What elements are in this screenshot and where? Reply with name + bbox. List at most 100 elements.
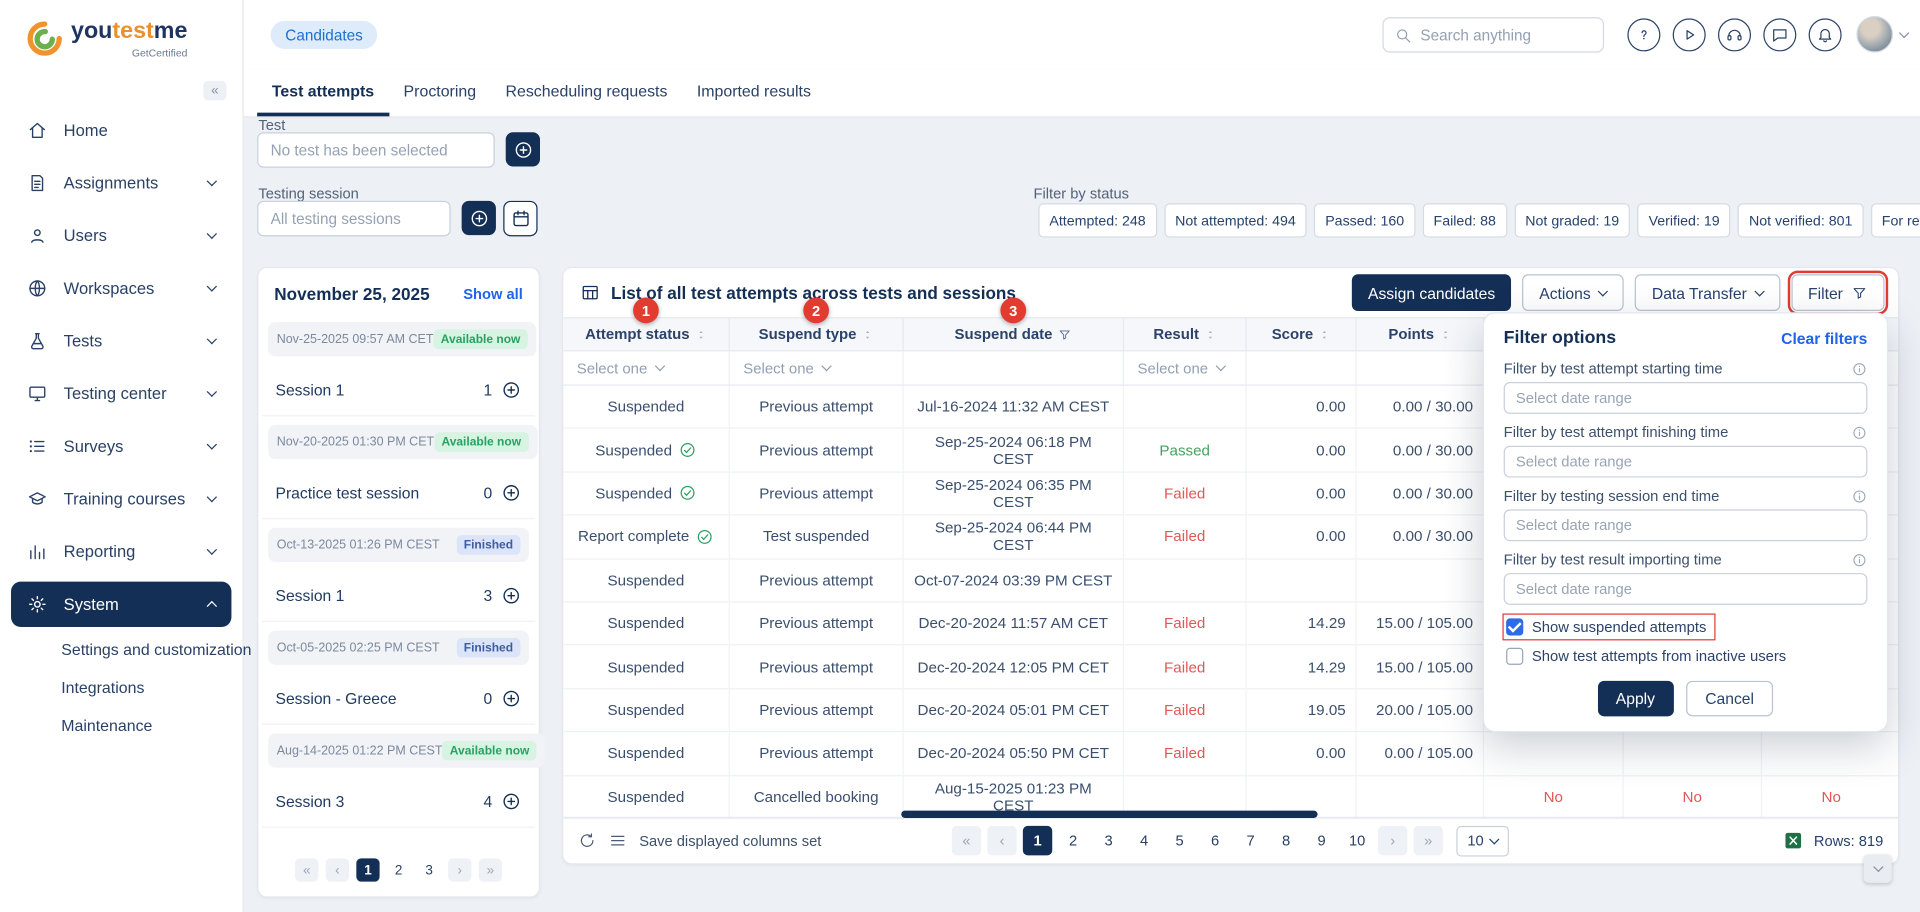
session-date-row[interactable]: Nov-20-2025 01:30 PM CETAvailable now (268, 425, 537, 459)
refresh-icon[interactable] (578, 831, 596, 849)
info-icon[interactable] (1851, 361, 1867, 377)
column-filter-select-3[interactable]: Select one (1124, 351, 1246, 384)
add-test-button[interactable] (506, 132, 540, 166)
status-chip-for-review[interactable]: For review: 0 (1871, 203, 1920, 237)
session-item[interactable]: Session 11 (262, 365, 535, 416)
search-input[interactable] (1420, 26, 1591, 43)
page-button-1[interactable]: 1 (1023, 826, 1052, 855)
prev-page-button[interactable]: ‹ (326, 858, 349, 881)
info-icon[interactable] (1851, 488, 1867, 504)
page-button-8[interactable]: 8 (1271, 826, 1300, 855)
checkbox-show-test-attempts-from-inactive-users[interactable]: Show test attempts from inactive users (1506, 648, 1860, 665)
status-chip-attempted[interactable]: Attempted: 248 (1038, 203, 1156, 237)
sidebar-subitem-integrations[interactable]: Integrations (0, 669, 242, 707)
tab-proctoring[interactable]: Proctoring (389, 70, 491, 117)
status-chip-not-graded[interactable]: Not graded: 19 (1514, 203, 1630, 237)
sidebar-item-workspaces[interactable]: Workspaces (11, 262, 231, 315)
checkbox-checked-icon[interactable] (1506, 618, 1523, 635)
sidebar-item-system[interactable]: System (11, 582, 231, 627)
column-header-result[interactable]: Result (1124, 318, 1246, 350)
horizontal-scrollbar[interactable] (901, 811, 1317, 818)
sidebar-item-assignments[interactable]: Assignments (11, 157, 231, 210)
page-button-7[interactable]: 7 (1236, 826, 1265, 855)
page-button-4[interactable]: 4 (1129, 826, 1158, 855)
support-button[interactable] (1718, 18, 1751, 51)
assign-candidates-button[interactable]: Assign candidates (1352, 274, 1511, 311)
page-button-3[interactable]: 3 (418, 858, 441, 881)
sidebar-item-training-courses[interactable]: Training courses (11, 473, 231, 526)
status-chip-failed[interactable]: Failed: 88 (1423, 203, 1507, 237)
breadcrumb[interactable]: Candidates (271, 21, 378, 49)
testing-session-input[interactable] (257, 201, 450, 237)
sidebar-item-home[interactable]: Home (11, 104, 231, 157)
show-all-link[interactable]: Show all (463, 285, 523, 302)
column-header-score[interactable]: Score (1247, 318, 1357, 350)
first-page-button[interactable]: « (295, 858, 318, 881)
last-page-button[interactable]: » (479, 858, 502, 881)
session-date-row[interactable]: Oct-13-2025 01:26 PM CESTFinished (268, 528, 529, 562)
session-item[interactable]: Session - Greece0 (262, 673, 535, 724)
scroll-down-button[interactable] (1864, 855, 1892, 883)
session-item[interactable]: Practice test session0 (262, 468, 535, 519)
status-chip-verified[interactable]: Verified: 19 (1638, 203, 1731, 237)
sidebar-item-surveys[interactable]: Surveys (11, 420, 231, 473)
date-range-input[interactable] (1504, 446, 1868, 478)
info-icon[interactable] (1851, 424, 1867, 440)
column-header-points[interactable]: Points (1357, 318, 1484, 350)
user-menu[interactable] (1856, 16, 1907, 53)
sidebar-collapse-button[interactable]: « (203, 81, 226, 101)
column-filter-select-1[interactable]: Select one (730, 351, 904, 384)
next-page-button[interactable]: › (1378, 826, 1407, 855)
data-transfer-button[interactable]: Data Transfer (1635, 274, 1780, 311)
sidebar-item-tests[interactable]: Tests (11, 315, 231, 368)
test-select-input[interactable] (257, 132, 495, 168)
chat-button[interactable] (1763, 18, 1796, 51)
tab-rescheduling-requests[interactable]: Rescheduling requests (491, 70, 682, 117)
help-button[interactable] (1627, 18, 1660, 51)
date-range-input[interactable] (1504, 509, 1868, 541)
page-button-10[interactable]: 10 (1342, 826, 1371, 855)
first-page-button[interactable]: « (952, 826, 981, 855)
video-button[interactable] (1673, 18, 1706, 51)
session-item[interactable]: Session 13 (262, 571, 535, 622)
column-filter-select-0[interactable]: Select one (563, 351, 730, 384)
notifications-button[interactable] (1809, 18, 1842, 51)
sidebar-item-users[interactable]: Users (11, 209, 231, 262)
date-range-input[interactable] (1504, 382, 1868, 414)
page-size-select[interactable]: 10 (1456, 825, 1509, 856)
session-date-row[interactable]: Oct-05-2025 02:25 PM CESTFinished (268, 631, 529, 665)
session-date-row[interactable]: Aug-14-2025 01:22 PM CESTAvailable now (268, 733, 545, 767)
add-testing-session-button[interactable] (462, 201, 496, 235)
cancel-button[interactable]: Cancel (1686, 681, 1774, 717)
page-button-9[interactable]: 9 (1307, 826, 1336, 855)
tab-test-attempts[interactable]: Test attempts (257, 70, 389, 117)
next-page-button[interactable]: › (448, 858, 471, 881)
table-row[interactable]: SuspendedPrevious attemptDec-20-2024 05:… (563, 732, 1898, 775)
page-button-6[interactable]: 6 (1200, 826, 1229, 855)
sidebar-item-testing-center[interactable]: Testing center (11, 367, 231, 420)
page-button-1[interactable]: 1 (356, 858, 379, 881)
last-page-button[interactable]: » (1413, 826, 1442, 855)
tab-imported-results[interactable]: Imported results (682, 70, 826, 117)
status-chip-not-verified[interactable]: Not verified: 801 (1738, 203, 1863, 237)
session-calendar-button[interactable] (503, 201, 537, 237)
status-chip-passed[interactable]: Passed: 160 (1314, 203, 1415, 237)
sidebar-item-reporting[interactable]: Reporting (11, 525, 231, 578)
checkbox-show-suspended-attempts[interactable]: Show suspended attempts (1506, 618, 1706, 635)
filter-button[interactable]: Filter (1791, 274, 1885, 311)
page-button-2[interactable]: 2 (1058, 826, 1087, 855)
actions-button[interactable]: Actions (1522, 274, 1624, 311)
checkbox-unchecked-icon[interactable] (1506, 648, 1523, 665)
save-columns-label[interactable]: Save displayed columns set (639, 832, 821, 849)
session-item[interactable]: Session 34 (262, 776, 535, 827)
status-chip-not-attempted[interactable]: Not attempted: 494 (1164, 203, 1307, 237)
apply-button[interactable]: Apply (1597, 681, 1673, 717)
clear-filters-link[interactable]: Clear filters (1781, 329, 1867, 347)
prev-page-button[interactable]: ‹ (987, 826, 1016, 855)
page-button-3[interactable]: 3 (1094, 826, 1123, 855)
sidebar-subitem-maintenance[interactable]: Maintenance (0, 707, 242, 745)
session-date-row[interactable]: Nov-25-2025 09:57 AM CETAvailable now (268, 322, 536, 356)
excel-export-icon[interactable] (1783, 830, 1804, 851)
columns-menu-icon[interactable] (609, 831, 627, 849)
sidebar-subitem-settings-and-customization[interactable]: Settings and customization (0, 631, 242, 669)
